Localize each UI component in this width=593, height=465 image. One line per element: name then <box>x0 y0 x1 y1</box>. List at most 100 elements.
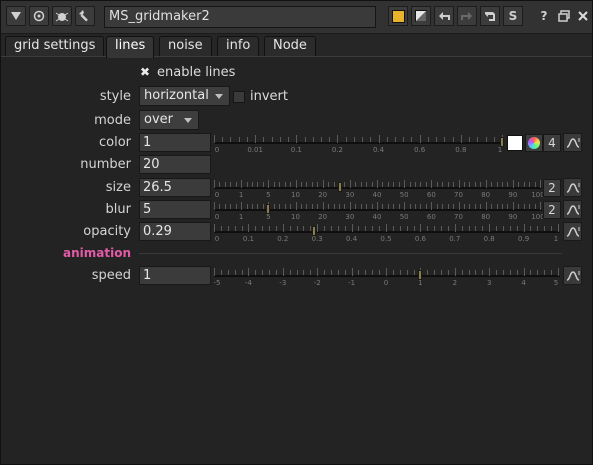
opacity-field[interactable]: 0.29 <box>139 222 211 241</box>
slider-handle[interactable] <box>266 204 271 214</box>
slider-tick <box>296 135 298 143</box>
center-node-icon[interactable] <box>29 6 49 26</box>
slider-tick <box>365 270 367 275</box>
node-name-field[interactable]: MS_gridmaker2 <box>104 6 376 28</box>
number-field[interactable]: 20 <box>139 155 211 174</box>
slider-tick-label: 60 <box>426 191 436 199</box>
slider-tick-label: 70 <box>454 191 463 199</box>
wrench-icon[interactable] <box>75 6 95 26</box>
blur-field[interactable]: 5 <box>139 200 211 219</box>
slider-tick <box>360 204 362 209</box>
slider-tick <box>230 182 232 187</box>
blur-channels-button[interactable]: 2 <box>543 201 561 219</box>
animation-section-label: animation <box>63 246 131 260</box>
tab-noise[interactable]: noise <box>159 36 212 56</box>
node-color-icon[interactable] <box>388 6 408 26</box>
slider-tick <box>241 226 243 231</box>
slider-tick <box>269 270 271 275</box>
color-slider[interactable]: 0 0.01 0.1 0.2 0.4 0.6 0.8 1 <box>214 133 504 154</box>
slider-tick <box>379 226 381 231</box>
slider-tick <box>241 270 243 275</box>
slider-tick <box>523 268 525 276</box>
slider-tick <box>518 182 520 187</box>
slider-tick <box>338 204 340 209</box>
slider-tick <box>248 268 250 276</box>
slider-tick <box>275 226 277 231</box>
slider-tick <box>452 137 454 142</box>
blur-slider[interactable]: 0 1 5 10 20 30 40 50 60 70 80 90 100 <box>214 200 545 221</box>
blur-animation-icon[interactable] <box>563 200 582 219</box>
slider-tick <box>480 204 482 209</box>
revert-icon[interactable] <box>480 6 500 26</box>
tab-node[interactable]: Node <box>264 36 316 56</box>
invert-checkbox[interactable] <box>233 91 245 103</box>
speed-animation-icon[interactable] <box>563 266 582 285</box>
tab-lines[interactable]: lines <box>106 36 155 58</box>
slider-tick <box>337 270 339 275</box>
slider-tick <box>262 182 264 187</box>
slider-tick <box>516 270 518 275</box>
slider-tick <box>255 135 257 143</box>
slider-tick <box>324 270 326 275</box>
bug-icon[interactable] <box>52 6 72 26</box>
slider-tick <box>300 182 302 187</box>
color-wheel-icon[interactable] <box>525 134 543 152</box>
size-slider[interactable]: 0 1 5 10 20 30 40 50 60 70 80 90 100 <box>214 178 545 199</box>
slider-tick <box>246 204 248 209</box>
slider-tick <box>413 270 415 275</box>
slider-tick <box>289 226 291 231</box>
mode-dropdown[interactable]: over <box>139 110 199 130</box>
opacity-slider[interactable]: 0 0.1 0.2 0.3 0.4 0.5 0.6 0.7 0.8 0.9 1 <box>214 222 560 243</box>
slider-tick-label: 30 <box>345 213 355 221</box>
slider-tick <box>269 226 271 231</box>
slider-tick <box>235 204 237 209</box>
slider-tick <box>234 270 236 275</box>
font-color-icon[interactable] <box>411 6 431 26</box>
mode-value: over <box>144 112 173 127</box>
size-animation-icon[interactable] <box>563 178 582 197</box>
slider-tick <box>540 202 541 210</box>
tab-info[interactable]: info <box>217 36 260 56</box>
slider-tick-label: 90 <box>508 213 518 221</box>
slider-tick-label: -5 <box>213 279 221 287</box>
slider-handle[interactable] <box>338 182 343 192</box>
slider-tick <box>425 204 427 209</box>
undo-icon[interactable] <box>434 6 454 26</box>
close-icon[interactable] <box>573 6 593 26</box>
speed-field[interactable]: 1 <box>139 266 211 285</box>
color-channels-button[interactable]: 4 <box>543 134 561 152</box>
s-button[interactable]: S <box>503 6 523 26</box>
tab-grid-settings[interactable]: grid settings <box>5 36 105 56</box>
slider-tick <box>230 137 232 142</box>
slider-handle[interactable] <box>311 226 316 236</box>
slider-tick <box>468 226 470 231</box>
slider-tick <box>485 202 487 210</box>
slider-handle[interactable] <box>500 137 504 147</box>
enable-lines-checkbox[interactable]: ✖ <box>140 65 150 79</box>
slider-tick-label: 0.4 <box>346 235 358 243</box>
slider-tick <box>224 182 226 187</box>
color-animation-icon[interactable] <box>563 133 582 152</box>
color-field[interactable]: 1 <box>139 133 211 152</box>
slider-tick <box>540 180 541 188</box>
help-button[interactable]: ? <box>534 6 554 26</box>
style-dropdown[interactable]: horizontal <box>139 86 230 106</box>
slider-tick <box>501 204 503 209</box>
slider-tick <box>436 204 438 209</box>
slider-tick <box>469 204 471 209</box>
slider-tick <box>317 182 319 187</box>
slider-tick-label: 0.3 <box>311 235 323 243</box>
collapse-triangle-icon[interactable] <box>6 6 26 26</box>
size-channels-button[interactable]: 2 <box>543 179 561 197</box>
slider-tick-label: 0.7 <box>449 235 461 243</box>
slider-handle[interactable] <box>418 270 423 280</box>
opacity-animation-icon[interactable] <box>563 222 582 241</box>
slider-tick <box>290 204 292 209</box>
float-window-icon[interactable] <box>554 6 574 26</box>
slider-tick <box>300 204 302 209</box>
size-field[interactable]: 26.5 <box>139 178 211 197</box>
color-swatch[interactable] <box>507 135 523 151</box>
redo-icon[interactable] <box>457 6 477 26</box>
speed-slider[interactable]: -5 -4 -3 -2 -1 0 1 2 3 4 5 <box>214 266 560 287</box>
slider-tick-label: 4 <box>521 279 526 287</box>
